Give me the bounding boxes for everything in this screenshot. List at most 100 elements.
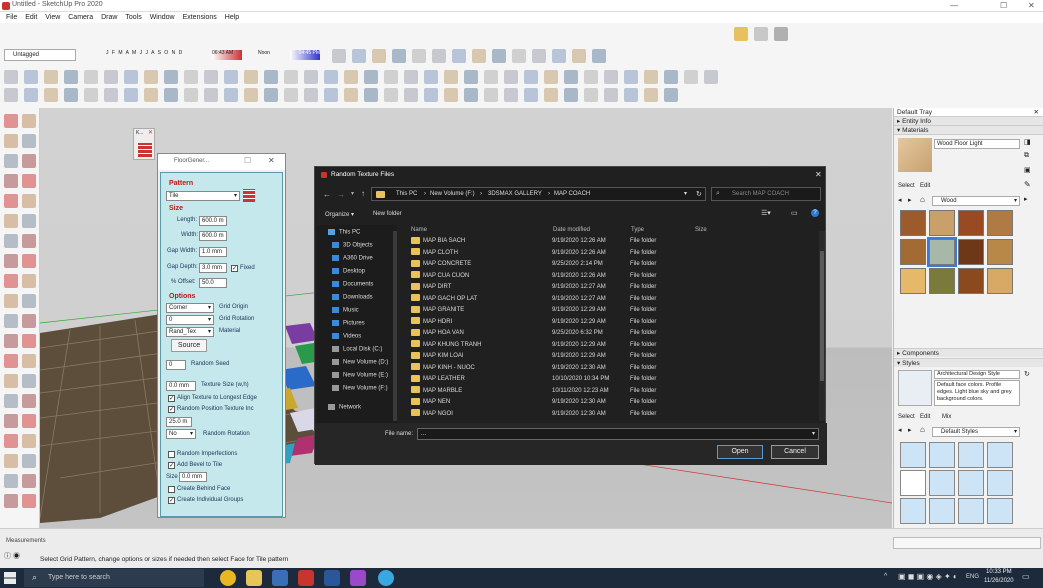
view-icon[interactable] <box>472 49 486 63</box>
toolbar-icon[interactable] <box>524 88 538 102</box>
draw-tool-icon[interactable] <box>4 494 18 508</box>
file-row[interactable]: MAP NGOI 9/19/2020 12:30 AM File folder <box>408 409 828 420</box>
toolbar-icon[interactable] <box>4 88 18 102</box>
style-thumbnail[interactable] <box>929 470 955 496</box>
material-swatch[interactable] <box>900 239 926 265</box>
draw-tool-icon[interactable] <box>4 254 18 268</box>
offset-input[interactable]: 50.0 <box>199 278 227 288</box>
material-swatch[interactable] <box>987 268 1013 294</box>
toolbar-icon[interactable] <box>44 70 58 84</box>
toolbar-icon[interactable] <box>104 70 118 84</box>
draw-tool-icon[interactable] <box>4 394 18 408</box>
tool-icon[interactable] <box>620 27 634 41</box>
toolbar-icon[interactable] <box>544 70 558 84</box>
address-bar[interactable]: This PC › New Volume (F:) › 3DSMAX GALLE… <box>371 187 706 201</box>
nav-item[interactable]: New Volume (E:) <box>332 372 388 379</box>
tool-icon[interactable] <box>466 27 480 41</box>
nav-item[interactable]: A360 Drive <box>332 255 373 262</box>
material-swatch[interactable] <box>958 268 984 294</box>
view-icon[interactable] <box>332 49 346 63</box>
toolbar-icon[interactable] <box>24 70 38 84</box>
material-select-tab[interactable]: Select <box>898 183 915 189</box>
draw-tool-icon[interactable] <box>4 414 18 428</box>
column-type[interactable]: Type <box>631 227 644 233</box>
file-row[interactable]: MAP KIM LOAI 9/19/2020 12:29 AM File folde… <box>408 351 828 362</box>
file-row[interactable]: MAP CONCRETE 9/25/2020 2:14 PM File folder <box>408 259 828 270</box>
material-swatch[interactable] <box>929 210 955 236</box>
style-thumbnail[interactable] <box>958 470 984 496</box>
draw-tool-icon[interactable] <box>22 274 36 288</box>
gap-width-input[interactable]: 1.0 mm <box>199 247 227 257</box>
file-row[interactable]: MAP HDRI 9/19/2020 12:29 AM File folder <box>408 317 828 328</box>
language-indicator[interactable]: ENG <box>966 574 979 580</box>
floor-gen-maximize-icon[interactable]: ☐ <box>244 156 251 165</box>
toolbar-icon[interactable] <box>444 88 458 102</box>
tool-icon[interactable] <box>576 27 590 41</box>
toolbar-icon[interactable] <box>124 70 138 84</box>
random-position-checkbox[interactable]: ✓ <box>168 406 175 413</box>
toolbar-icon[interactable] <box>4 70 18 84</box>
toolbar-icon[interactable] <box>504 70 518 84</box>
toolbar-icon[interactable] <box>224 70 238 84</box>
toolbar-icon[interactable] <box>404 88 418 102</box>
toolbar-icon[interactable] <box>44 88 58 102</box>
toolbar-icon[interactable] <box>204 70 218 84</box>
file-row[interactable]: MAP KINH - NUOC 9/19/2020 12:30 AM File fo… <box>408 363 828 374</box>
taskbar-search-box[interactable]: ⌕ Type here to search <box>24 569 204 587</box>
tool-icon[interactable] <box>400 27 414 41</box>
tool-icon[interactable] <box>26 27 40 41</box>
toolbar-icon[interactable] <box>64 88 78 102</box>
toolbar-icon[interactable] <box>704 70 718 84</box>
tool-icon[interactable] <box>444 27 458 41</box>
toolbar-icon[interactable] <box>504 88 518 102</box>
menu-view[interactable]: View <box>45 12 60 23</box>
toolbar-icon[interactable] <box>284 70 298 84</box>
random-imperfections-checkbox[interactable] <box>168 451 175 458</box>
draw-tool-icon[interactable] <box>22 314 36 328</box>
style-thumbnail[interactable] <box>987 442 1013 468</box>
toolbar-icon[interactable] <box>64 70 78 84</box>
nav-item[interactable]: Pictures <box>332 320 365 327</box>
toolbar-icon[interactable] <box>184 88 198 102</box>
eyedropper-icon[interactable]: ✎ <box>1024 180 1031 189</box>
draw-tool-icon[interactable] <box>22 174 36 188</box>
tool-icon[interactable] <box>378 27 392 41</box>
style-forward-icon[interactable]: ▸ <box>908 426 912 434</box>
tool-icon[interactable] <box>268 27 282 41</box>
toolbar-icon[interactable] <box>84 70 98 84</box>
update-style-icon[interactable]: ↻ <box>1024 370 1030 378</box>
sketchup-taskbar-icon[interactable] <box>298 570 314 586</box>
nav-scrollbar[interactable] <box>393 231 397 421</box>
back-arrow-icon[interactable]: ← <box>323 190 331 199</box>
menu-tools[interactable]: Tools <box>125 12 141 23</box>
tool-icon[interactable] <box>290 27 304 41</box>
styles-header[interactable]: ▾ Styles <box>894 358 1043 367</box>
menu-extensions[interactable]: Extensions <box>183 12 217 23</box>
length-input[interactable]: 600.0 m <box>199 216 227 226</box>
details-arrow-icon[interactable]: ▸ <box>1024 195 1028 203</box>
style-thumbnail[interactable] <box>900 498 926 524</box>
material-edit-tab[interactable]: Edit <box>920 183 930 189</box>
view-icon[interactable] <box>532 49 546 63</box>
draw-tool-icon[interactable] <box>22 454 36 468</box>
toolbar-icon[interactable] <box>564 88 578 102</box>
draw-tool-icon[interactable] <box>22 494 36 508</box>
toolbar-icon[interactable] <box>344 88 358 102</box>
extension-icon[interactable] <box>774 27 788 41</box>
style-description[interactable]: Default face colors. Profile edges. Ligh… <box>934 380 1020 406</box>
tool-icon[interactable] <box>554 27 568 41</box>
toolbar-icon[interactable] <box>364 70 378 84</box>
toolbar-icon[interactable] <box>404 70 418 84</box>
toolbar-icon[interactable] <box>624 70 638 84</box>
tool-icon[interactable] <box>180 27 194 41</box>
tool-icon[interactable] <box>356 27 370 41</box>
material-library-select[interactable]: Wood ▾ <box>932 196 1020 206</box>
forward-icon[interactable]: ▸ <box>908 196 912 204</box>
view-icon[interactable] <box>432 49 446 63</box>
tool-icon[interactable] <box>422 27 436 41</box>
tool-icon[interactable] <box>598 27 612 41</box>
home-icon[interactable]: ⌂ <box>920 195 925 204</box>
minimize-icon[interactable]: — <box>950 1 958 10</box>
toolbar-icon[interactable] <box>264 70 278 84</box>
close-icon[interactable]: ✕ <box>1028 1 1035 10</box>
